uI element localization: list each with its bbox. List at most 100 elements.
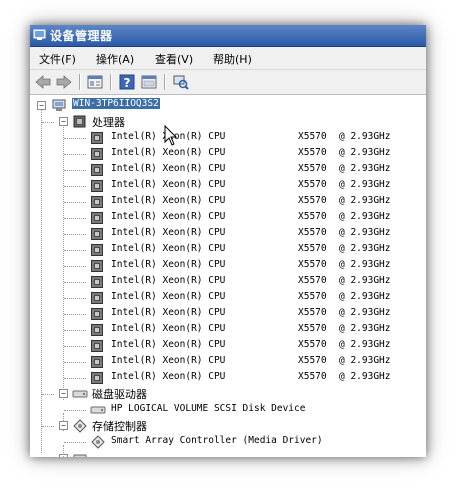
processor-model: X5570 xyxy=(298,275,327,286)
processor-icon xyxy=(91,292,103,304)
processor-frequency: @ 2.93GHz xyxy=(339,275,391,286)
scan-hardware-icon[interactable] xyxy=(172,73,190,91)
mouse-cursor-icon xyxy=(164,125,178,146)
processor-item[interactable]: Intel(R) Xeon(R) CPU X5570 @ 2.93GHz xyxy=(30,354,426,370)
collapse-toggle[interactable]: − xyxy=(59,389,68,398)
processor-name: Intel(R) Xeon(R) CPU xyxy=(111,147,226,158)
storage-controller-icon xyxy=(73,419,87,433)
tree-line xyxy=(64,314,86,315)
device-label: HP LOGICAL VOLUME SCSI Disk Device xyxy=(111,403,306,414)
processor-icon xyxy=(91,244,103,256)
processor-frequency: @ 2.93GHz xyxy=(339,211,391,222)
processor-item[interactable]: Intel(R) Xeon(R) CPU X5570 @ 2.93GHz xyxy=(30,130,426,146)
processor-name: Intel(R) Xeon(R) CPU xyxy=(111,259,226,270)
processor-icon xyxy=(91,148,103,160)
processor-model: X5570 xyxy=(298,243,327,254)
processor-icon xyxy=(91,324,103,336)
processor-icon xyxy=(91,356,103,368)
back-icon[interactable] xyxy=(34,73,52,91)
title-bar[interactable]: 设备管理器 xyxy=(30,25,426,47)
processor-frequency: @ 2.93GHz xyxy=(339,195,391,206)
processor-model: X5570 xyxy=(298,323,327,334)
forward-icon[interactable] xyxy=(55,73,73,91)
processor-name: Intel(R) Xeon(R) CPU xyxy=(111,355,226,366)
processor-icon xyxy=(91,212,103,224)
tree-line xyxy=(64,346,86,347)
tree-line xyxy=(64,154,86,155)
processor-icon xyxy=(91,132,103,144)
expand-toggle[interactable]: + xyxy=(59,454,68,457)
processor-name: Intel(R) Xeon(R) CPU xyxy=(111,339,226,350)
tree-root[interactable]: − WIN-3TP6IIOQ3S2 xyxy=(30,98,426,114)
processor-item[interactable]: Intel(R) Xeon(R) CPU X5570 @ 2.93GHz xyxy=(30,322,426,338)
device-manager-icon xyxy=(33,29,46,40)
processor-icon xyxy=(91,308,103,320)
processor-model: X5570 xyxy=(298,291,327,302)
processor-model: X5570 xyxy=(298,147,327,158)
processor-frequency: @ 2.93GHz xyxy=(339,291,391,302)
processor-name: Intel(R) Xeon(R) CPU xyxy=(111,307,226,318)
tree-line xyxy=(64,298,86,299)
category-storage-controllers[interactable]: − 存储控制器 xyxy=(30,418,426,434)
processor-item[interactable]: Intel(R) Xeon(R) CPU X5570 @ 2.93GHz xyxy=(30,146,426,162)
category-processors[interactable]: − 处理器 xyxy=(30,114,426,130)
device-storage-controller[interactable]: Smart Array Controller (Media Driver) xyxy=(30,434,426,450)
menu-view[interactable]: 查看(V) xyxy=(155,51,193,67)
processor-item[interactable]: Intel(R) Xeon(R) CPU X5570 @ 2.93GHz xyxy=(30,210,426,226)
menu-file[interactable]: 文件(F) xyxy=(39,51,76,67)
processor-model: X5570 xyxy=(298,211,327,222)
processor-icon xyxy=(91,180,103,192)
properties-icon[interactable] xyxy=(86,73,104,91)
processor-item[interactable]: Intel(R) Xeon(R) CPU X5570 @ 2.93GHz xyxy=(30,258,426,274)
processor-frequency: @ 2.93GHz xyxy=(339,323,391,334)
collapse-toggle[interactable]: − xyxy=(59,117,68,126)
processor-model: X5570 xyxy=(298,371,327,382)
menu-bar: 文件(F) 操作(A) 查看(V) 帮助(H) xyxy=(30,47,426,70)
processor-frequency: @ 2.93GHz xyxy=(339,163,391,174)
toolbar-separator xyxy=(110,74,112,90)
collapse-toggle[interactable]: − xyxy=(59,421,68,430)
processor-item[interactable]: Intel(R) Xeon(R) CPU X5570 @ 2.93GHz xyxy=(30,178,426,194)
processor-item[interactable]: Intel(R) Xeon(R) CPU X5570 @ 2.93GHz xyxy=(30,242,426,258)
collapse-toggle[interactable]: − xyxy=(37,101,46,110)
tree-line xyxy=(64,442,86,443)
processor-item[interactable]: Intel(R) Xeon(R) CPU X5570 @ 2.93GHz xyxy=(30,338,426,354)
tree-line xyxy=(64,330,86,331)
processor-model: X5570 xyxy=(298,179,327,190)
processor-frequency: @ 2.93GHz xyxy=(339,355,391,366)
tree-line xyxy=(64,202,86,203)
menu-action[interactable]: 操作(A) xyxy=(96,51,134,67)
root-label: WIN-3TP6IIOQ3S2 xyxy=(72,98,160,109)
processor-item[interactable]: Intel(R) Xeon(R) CPU X5570 @ 2.93GHz xyxy=(30,290,426,306)
svg-text:?: ? xyxy=(124,76,131,90)
processor-model: X5570 xyxy=(298,227,327,238)
processor-name: Intel(R) Xeon(R) CPU xyxy=(111,211,226,222)
device-tree: − WIN-3TP6IIOQ3S2 − 处理器 Intel(R) Xeon(R)… xyxy=(30,95,426,457)
window-title: 设备管理器 xyxy=(50,29,113,43)
menu-help[interactable]: 帮助(H) xyxy=(213,51,252,67)
processor-item[interactable]: Intel(R) Xeon(R) CPU X5570 @ 2.93GHz xyxy=(30,226,426,242)
processor-name: Intel(R) Xeon(R) CPU xyxy=(111,371,226,382)
processor-name: Intel(R) Xeon(R) CPU xyxy=(111,243,226,254)
category-label: 处理器 xyxy=(92,116,125,129)
device-disk[interactable]: HP LOGICAL VOLUME SCSI Disk Device xyxy=(30,402,426,418)
tree-line xyxy=(64,186,86,187)
processor-name: Intel(R) Xeon(R) CPU xyxy=(111,291,226,302)
processor-item[interactable]: Intel(R) Xeon(R) CPU X5570 @ 2.93GHz xyxy=(30,370,426,386)
device-manager-window: 设备管理器 文件(F) 操作(A) 查看(V) 帮助(H) ? − WIN-3T… xyxy=(30,25,426,457)
tree-line xyxy=(42,122,54,123)
show-hide-icon[interactable] xyxy=(140,73,158,91)
processor-item[interactable]: Intel(R) Xeon(R) CPU X5570 @ 2.93GHz xyxy=(30,194,426,210)
category-partial[interactable]: + xyxy=(30,451,426,457)
processor-item[interactable]: Intel(R) Xeon(R) CPU X5570 @ 2.93GHz xyxy=(30,306,426,322)
processor-icon xyxy=(91,276,103,288)
disk-drive-icon xyxy=(72,390,88,398)
help-icon[interactable]: ? xyxy=(118,73,136,91)
tree-line xyxy=(42,426,54,427)
processor-item[interactable]: Intel(R) Xeon(R) CPU X5570 @ 2.93GHz xyxy=(30,274,426,290)
category-disk-drives[interactable]: − 磁盘驱动器 xyxy=(30,386,426,402)
processor-frequency: @ 2.93GHz xyxy=(339,147,391,158)
processor-icon xyxy=(91,228,103,240)
processor-item[interactable]: Intel(R) Xeon(R) CPU X5570 @ 2.93GHz xyxy=(30,162,426,178)
processor-name: Intel(R) Xeon(R) CPU xyxy=(111,323,226,334)
